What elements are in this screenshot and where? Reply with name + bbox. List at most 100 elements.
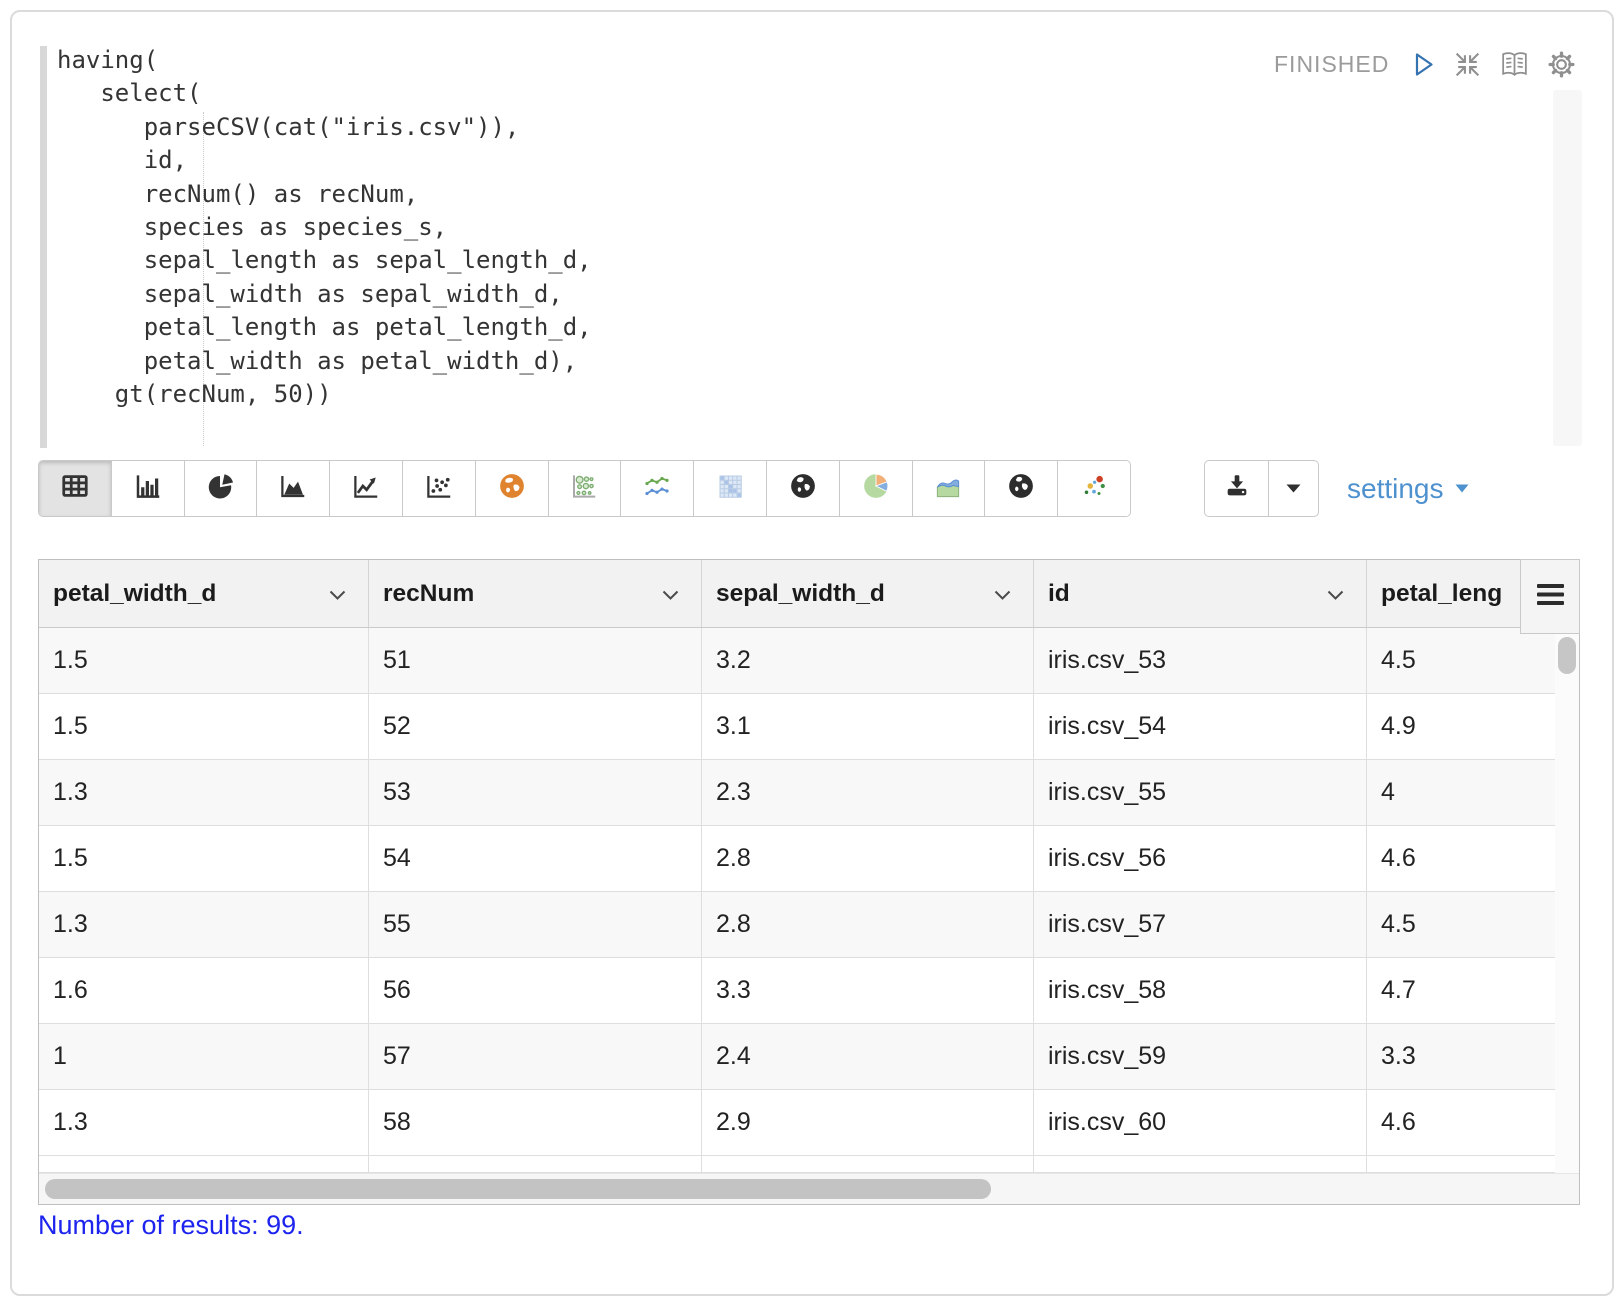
vertical-scrollbar-track[interactable] [1555, 628, 1579, 1173]
pie-chart-icon [205, 471, 235, 506]
table-cell: 2.9 [702, 1090, 1034, 1155]
viz-button-scatter-colored[interactable] [1058, 461, 1130, 516]
area-chart-colored-icon [933, 471, 963, 506]
column-header[interactable]: recNum [369, 560, 702, 627]
editor-scrollbar[interactable] [1553, 90, 1582, 446]
table-cell: 51 [369, 628, 702, 693]
table-cell: 2.4 [702, 1024, 1034, 1089]
pie-chart-colored-icon [861, 471, 891, 506]
download-button-group [1204, 460, 1319, 517]
table-cell: iris.csv_54 [1034, 694, 1367, 759]
chevron-down-icon[interactable] [329, 580, 346, 608]
viz-button-pie-chart[interactable] [185, 461, 258, 516]
viz-button-table[interactable] [39, 461, 112, 516]
code-editor[interactable]: having( select( parseCSV(cat("iris.csv")… [57, 44, 592, 411]
table-cell: 57 [369, 1024, 702, 1089]
table-cell [39, 1156, 369, 1172]
table-cell: 3.1 [702, 694, 1034, 759]
table-cell: 2.3 [702, 760, 1034, 825]
table-row[interactable]: 1.5523.1iris.csv_544.9 [39, 694, 1579, 760]
bar-chart-icon [133, 471, 163, 506]
table-cell: 4.7 [1367, 958, 1579, 1023]
grid-menu-button[interactable] [1520, 559, 1580, 634]
hamburger-menu-icon [1537, 584, 1564, 610]
viz-button-pie-chart-colored[interactable] [840, 461, 913, 516]
table-cell: 1.5 [39, 694, 369, 759]
line-chart-icon [351, 471, 381, 506]
table-row[interactable]: 1.3532.3iris.csv_554 [39, 760, 1579, 826]
table-cell: 2.8 [702, 892, 1034, 957]
viz-button-area-chart[interactable] [257, 461, 330, 516]
table-cell: 4.5 [1367, 892, 1579, 957]
settings-dropdown[interactable]: settings [1347, 460, 1469, 517]
table-cell: 53 [369, 760, 702, 825]
collapse-icon[interactable] [1452, 49, 1483, 80]
table-cell: 3.3 [1367, 1024, 1579, 1089]
gear-icon[interactable] [1546, 49, 1577, 80]
table-cell: 4 [1367, 760, 1579, 825]
settings-label: settings [1347, 473, 1444, 505]
column-header[interactable]: id [1034, 560, 1367, 627]
play-icon[interactable] [1410, 50, 1437, 79]
caret-down-icon [1286, 480, 1301, 498]
table-row[interactable]: 1572.4iris.csv_593.3 [39, 1024, 1579, 1090]
table-cell: iris.csv_57 [1034, 892, 1367, 957]
chevron-down-icon[interactable] [662, 580, 679, 608]
viz-button-globe-black-1[interactable] [767, 461, 840, 516]
editor-gutter [40, 46, 47, 448]
table-cell [702, 1156, 1034, 1172]
table-cell: 55 [369, 892, 702, 957]
status-badge: FINISHED [1274, 51, 1389, 78]
area-chart-icon [278, 471, 308, 506]
table-cell: iris.csv_59 [1034, 1024, 1367, 1089]
column-header-label: petal_width_d [53, 580, 216, 608]
table-cell [1034, 1156, 1367, 1172]
table-row[interactable]: 1.3552.8iris.csv_574.5 [39, 892, 1579, 958]
download-icon [1223, 472, 1251, 505]
table-row[interactable]: 1.5513.2iris.csv_534.5 [39, 628, 1579, 694]
table-cell: iris.csv_60 [1034, 1090, 1367, 1155]
horizontal-scrollbar-thumb[interactable] [45, 1179, 991, 1199]
vertical-scrollbar-thumb[interactable] [1558, 637, 1576, 674]
column-header[interactable]: sepal_width_d [702, 560, 1034, 627]
caret-down-icon [1455, 480, 1469, 498]
table-cell: 54 [369, 826, 702, 891]
table-cell: 52 [369, 694, 702, 759]
table-cell: 1.3 [39, 1090, 369, 1155]
table-cell: 4.6 [1367, 826, 1579, 891]
column-header[interactable]: petal_width_d [39, 560, 369, 627]
viz-button-globe-black-2[interactable] [985, 461, 1058, 516]
download-button[interactable] [1205, 461, 1269, 516]
chevron-down-icon[interactable] [1327, 580, 1344, 608]
book-icon[interactable] [1498, 49, 1531, 80]
heatmap-grid-icon [715, 471, 745, 506]
viz-button-scatter-chart[interactable] [403, 461, 476, 516]
table-cell: 4.9 [1367, 694, 1579, 759]
table-row[interactable] [39, 1156, 1579, 1173]
table-cell: 1.3 [39, 760, 369, 825]
table-cell: 3.3 [702, 958, 1034, 1023]
table-cell: 3.2 [702, 628, 1034, 693]
viz-button-multi-line-chart[interactable] [621, 461, 694, 516]
viz-button-heatmap-grid[interactable] [694, 461, 767, 516]
results-count-text: Number of results: 99. [38, 1210, 304, 1241]
globe-black-icon [788, 471, 818, 506]
table-icon [60, 471, 90, 506]
table-row[interactable]: 1.6563.3iris.csv_584.7 [39, 958, 1579, 1024]
paragraph-controls: FINISHED [1274, 48, 1577, 80]
chevron-down-icon[interactable] [994, 580, 1011, 608]
download-options-button[interactable] [1269, 461, 1318, 516]
scatter-colored-icon [1079, 471, 1109, 506]
viz-button-area-chart-colored[interactable] [913, 461, 986, 516]
viz-button-bubble-chart-green[interactable] [549, 461, 622, 516]
table-cell: 2.8 [702, 826, 1034, 891]
viz-button-bar-chart[interactable] [112, 461, 185, 516]
table-row[interactable]: 1.5542.8iris.csv_564.6 [39, 826, 1579, 892]
viz-button-map-orange-globe[interactable] [476, 461, 549, 516]
table-cell: iris.csv_56 [1034, 826, 1367, 891]
table-row[interactable]: 1.3582.9iris.csv_604.6 [39, 1090, 1579, 1156]
bubble-chart-green-icon [569, 471, 599, 506]
table-cell: 56 [369, 958, 702, 1023]
horizontal-scrollbar-track[interactable] [39, 1173, 1579, 1204]
viz-button-line-chart[interactable] [330, 461, 403, 516]
